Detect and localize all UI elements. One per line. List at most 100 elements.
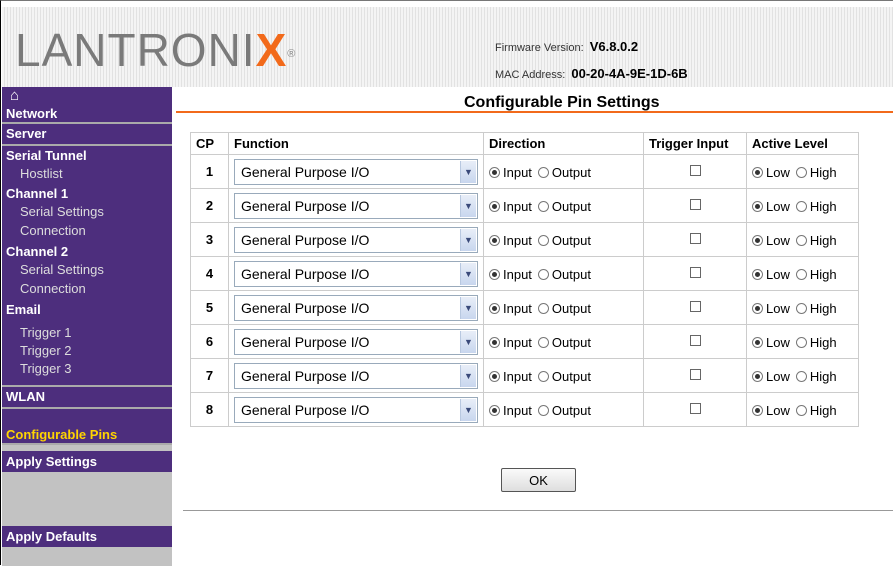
function-select[interactable]: General Purpose I/O ▼	[234, 192, 478, 219]
output-radio[interactable]	[537, 404, 549, 416]
sidebar-item-ch2-connection[interactable]: Connection	[2, 281, 172, 296]
trigger-input-checkbox[interactable]	[689, 369, 701, 380]
low-radio[interactable]	[752, 336, 763, 348]
input-radio[interactable]	[489, 302, 500, 314]
chevron-down-icon[interactable]: ▼	[460, 398, 476, 421]
output-radio[interactable]	[537, 234, 549, 246]
trigger-cell	[643, 154, 747, 189]
high-radio[interactable]	[795, 166, 807, 178]
trigger-input-checkbox[interactable]	[689, 267, 701, 278]
chevron-down-icon[interactable]: ▼	[460, 296, 476, 319]
function-value: General Purpose I/O	[241, 163, 370, 180]
chevron-down-icon[interactable]: ▼	[460, 228, 476, 251]
trigger-input-checkbox[interactable]	[689, 301, 701, 312]
function-select[interactable]: General Purpose I/O ▼	[234, 158, 478, 185]
sidebar-item-hostlist[interactable]: Hostlist	[2, 166, 172, 181]
low-radio[interactable]	[752, 268, 763, 280]
high-radio[interactable]	[795, 336, 807, 348]
function-cell: General Purpose I/O ▼	[228, 392, 484, 427]
high-radio[interactable]	[795, 302, 807, 314]
low-radio[interactable]	[752, 166, 763, 178]
table-row: 6 General Purpose I/O ▼ Input Output Low High	[190, 324, 859, 359]
function-select[interactable]: General Purpose I/O ▼	[234, 362, 478, 389]
sidebar-item-wlan[interactable]: WLAN	[2, 387, 172, 407]
sidebar-item-email[interactable]: Email	[2, 302, 172, 317]
low-radio[interactable]	[752, 200, 763, 212]
trigger-cell	[643, 358, 747, 393]
chevron-down-icon[interactable]: ▼	[460, 330, 476, 353]
high-label: High	[809, 300, 837, 316]
input-radio[interactable]	[489, 234, 500, 246]
low-label: Low	[766, 232, 790, 248]
output-label: Output	[551, 402, 591, 418]
low-radio[interactable]	[752, 234, 763, 246]
function-select[interactable]: General Purpose I/O ▼	[234, 294, 478, 321]
function-select[interactable]: General Purpose I/O ▼	[234, 396, 478, 423]
function-select[interactable]: General Purpose I/O ▼	[234, 260, 478, 287]
trigger-input-checkbox[interactable]	[689, 335, 701, 346]
ok-button[interactable]: OK	[501, 468, 576, 492]
high-radio[interactable]	[795, 370, 807, 382]
chevron-down-icon[interactable]: ▼	[460, 160, 476, 183]
sidebar-item-configurable-pins[interactable]: Configurable Pins	[2, 409, 172, 443]
input-radio[interactable]	[489, 200, 500, 212]
trigger-cell	[643, 290, 747, 325]
sidebar-item-network[interactable]: Network	[2, 105, 172, 122]
output-radio[interactable]	[537, 268, 549, 280]
col-active-level: Active Level	[746, 132, 859, 155]
trigger-input-checkbox[interactable]	[689, 233, 701, 244]
sidebar-item-serial-tunnel[interactable]: Serial Tunnel	[2, 148, 172, 163]
chevron-down-icon[interactable]: ▼	[460, 364, 476, 387]
output-radio[interactable]	[537, 336, 549, 348]
home-button[interactable]: ⌂	[2, 87, 172, 105]
input-radio[interactable]	[489, 336, 500, 348]
trigger-input-checkbox[interactable]	[689, 165, 701, 176]
sidebar-item-server[interactable]: Server	[2, 124, 172, 144]
output-label: Output	[551, 164, 591, 180]
high-radio[interactable]	[795, 234, 807, 246]
low-radio[interactable]	[752, 404, 763, 416]
direction-cell: Input Output	[483, 290, 644, 325]
low-radio[interactable]	[752, 370, 763, 382]
input-radio[interactable]	[489, 166, 500, 178]
apply-defaults-button[interactable]: Apply Defaults	[2, 526, 172, 547]
direction-cell: Input Output	[483, 222, 644, 257]
function-select[interactable]: General Purpose I/O ▼	[234, 328, 478, 355]
trigger-input-checkbox[interactable]	[689, 199, 701, 210]
sidebar-item-ch1-connection[interactable]: Connection	[2, 223, 172, 238]
low-radio[interactable]	[752, 302, 763, 314]
output-radio[interactable]	[537, 200, 549, 212]
high-radio[interactable]	[795, 404, 807, 416]
col-trigger-input: Trigger Input	[643, 132, 747, 155]
high-radio[interactable]	[795, 268, 807, 280]
sidebar-item-channel2[interactable]: Channel 2	[2, 244, 172, 259]
input-radio[interactable]	[489, 404, 500, 416]
sidebar-item-channel1[interactable]: Channel 1	[2, 186, 172, 201]
table-row: 5 General Purpose I/O ▼ Input Output Low High	[190, 290, 859, 325]
low-label: Low	[766, 266, 790, 282]
chevron-down-icon[interactable]: ▼	[460, 262, 476, 285]
input-label: Input	[503, 266, 532, 282]
table-row: 4 General Purpose I/O ▼ Input Output Low High	[190, 256, 859, 291]
input-radio[interactable]	[489, 370, 500, 382]
sidebar-item-trigger2[interactable]: Trigger 2	[2, 343, 172, 358]
function-cell: General Purpose I/O ▼	[228, 358, 484, 393]
output-radio[interactable]	[537, 166, 549, 178]
chevron-down-icon[interactable]: ▼	[460, 194, 476, 217]
function-select[interactable]: General Purpose I/O ▼	[234, 226, 478, 253]
output-radio[interactable]	[537, 302, 549, 314]
sidebar-item-trigger3[interactable]: Trigger 3	[2, 361, 172, 376]
sidebar-item-ch2-serial-settings[interactable]: Serial Settings	[2, 262, 172, 277]
input-radio[interactable]	[489, 268, 500, 280]
function-value: General Purpose I/O	[241, 299, 370, 316]
active-level-cell: Low High	[746, 188, 859, 223]
sidebar-item-trigger1[interactable]: Trigger 1	[2, 325, 172, 340]
active-level-cell: Low High	[746, 154, 859, 189]
sidebar-item-ch1-serial-settings[interactable]: Serial Settings	[2, 204, 172, 219]
apply-settings-button[interactable]: Apply Settings	[2, 451, 172, 472]
trigger-cell	[643, 222, 747, 257]
output-radio[interactable]	[537, 370, 549, 382]
function-cell: General Purpose I/O ▼	[228, 290, 484, 325]
trigger-input-checkbox[interactable]	[689, 403, 701, 414]
high-radio[interactable]	[795, 200, 807, 212]
